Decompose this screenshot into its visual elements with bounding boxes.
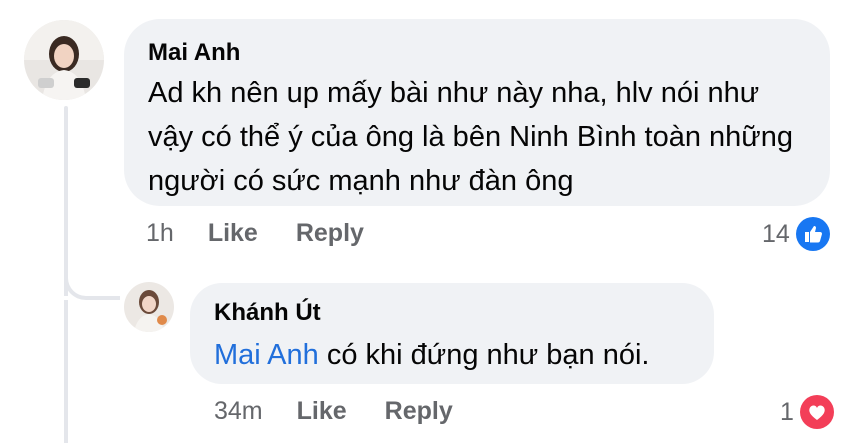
comment-actions: 1h Like Reply	[146, 219, 402, 248]
comment-reactions[interactable]: 14	[762, 215, 832, 253]
love-icon	[797, 393, 836, 431]
reply-actions: 34m Like Reply	[214, 397, 491, 426]
comment-time[interactable]: 1h	[146, 219, 174, 248]
thread-line-continuation	[64, 300, 68, 443]
reply-time[interactable]: 34m	[214, 397, 263, 426]
reply-button[interactable]: Reply	[296, 219, 364, 248]
reply-author[interactable]: Khánh Út	[214, 299, 690, 327]
comment-author[interactable]: Mai Anh	[148, 39, 806, 67]
avatar[interactable]	[124, 282, 174, 332]
reply-button[interactable]: Reply	[385, 397, 453, 426]
reply-bubble: Khánh Út Mai Anh có khi đứng như bạn nói…	[190, 283, 714, 384]
reply-text: Mai Anh có khi đứng như bạn nói.	[214, 333, 690, 377]
avatar[interactable]	[24, 20, 104, 100]
reply-reactions[interactable]: 1	[780, 393, 836, 431]
comment-text: Ad kh nên up mấy bài như này nha, hlv nó…	[148, 77, 793, 197]
reaction-count: 14	[762, 219, 790, 248]
thread-connector	[64, 260, 120, 300]
like-icon	[793, 215, 832, 253]
comment-bubble: Mai Anh Ad kh nên up mấy bài như này nha…	[124, 19, 830, 206]
reply-text-body: có khi đứng như bạn nói.	[318, 339, 650, 371]
reaction-count: 1	[780, 397, 794, 426]
like-button[interactable]: Like	[297, 397, 347, 426]
like-button[interactable]: Like	[208, 219, 258, 248]
mention-link[interactable]: Mai Anh	[214, 339, 319, 371]
